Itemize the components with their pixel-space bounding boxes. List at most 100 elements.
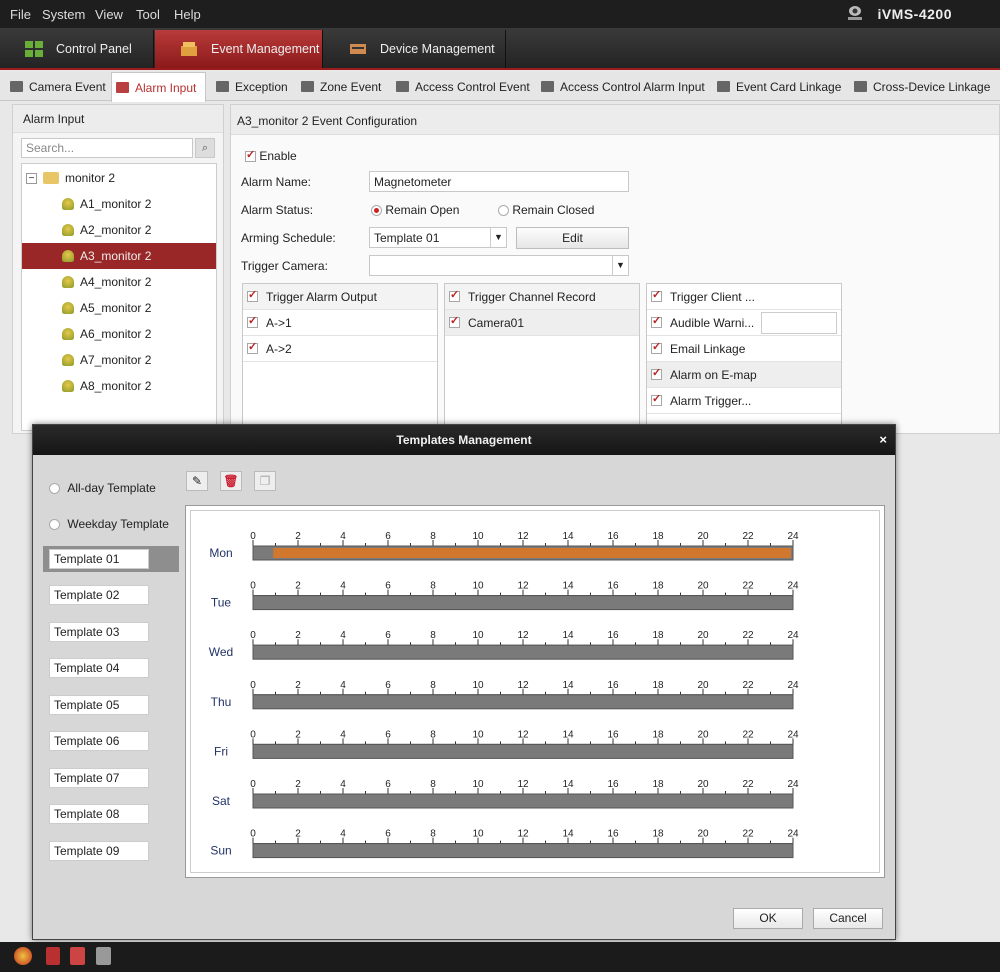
tab-exception[interactable]: Exception: [212, 72, 292, 101]
tab-control-panel[interactable]: Control Panel: [0, 30, 154, 68]
table-row[interactable]: Alarm on E-map: [647, 362, 841, 388]
checkbox-icon[interactable]: [651, 392, 662, 406]
day-track-tue[interactable]: [252, 595, 794, 611]
day-track-wed[interactable]: [252, 644, 794, 660]
tree-item-a4[interactable]: A4_monitor 2: [22, 269, 216, 295]
menu-help[interactable]: Help: [174, 7, 201, 22]
tree-item-a2[interactable]: A2_monitor 2: [22, 217, 216, 243]
checkbox-icon[interactable]: [651, 288, 662, 302]
tree-item-a1[interactable]: A1_monitor 2: [22, 191, 216, 217]
menu-view[interactable]: View: [95, 7, 123, 22]
tab-device-management[interactable]: Device Management: [324, 30, 506, 68]
tree-item-a7[interactable]: A7_monitor 2: [22, 347, 216, 373]
checkbox-icon[interactable]: [247, 288, 258, 302]
template-item[interactable]: Template 05: [43, 692, 179, 718]
tab-label: Access Control Alarm Input: [560, 79, 705, 94]
day-track-sat[interactable]: [252, 793, 794, 809]
tab-camera-event[interactable]: Camera Event: [6, 72, 110, 101]
alarm-input-panel: Alarm Input Search... ⌕ − monitor 2 A1_m…: [12, 104, 224, 434]
alarm-input-icon: [62, 250, 74, 262]
tab-alarm-input[interactable]: Alarm Input: [111, 72, 206, 102]
access-alarm-icon: [541, 81, 554, 92]
day-track-thu[interactable]: [252, 694, 794, 710]
table-row[interactable]: Trigger Client ...: [647, 284, 841, 310]
template-item[interactable]: Template 02: [43, 582, 179, 608]
checkbox-icon[interactable]: [247, 340, 258, 354]
search-icon[interactable]: ⌕: [195, 138, 215, 158]
tab-cross-device-linkage[interactable]: Cross-Device Linkage: [850, 72, 994, 101]
all-day-template-radio[interactable]: All-day Template: [49, 481, 156, 495]
template-item[interactable]: Template 01: [43, 546, 179, 572]
alarm-event-icon[interactable]: [46, 947, 60, 965]
tree-root[interactable]: − monitor 2: [22, 165, 216, 191]
checkbox-icon[interactable]: [651, 340, 662, 354]
table-header[interactable]: Trigger Channel Record: [445, 284, 639, 310]
tab-event-card-linkage[interactable]: Event Card Linkage: [713, 72, 845, 101]
table-row[interactable]: A->2: [243, 336, 437, 362]
table-row[interactable]: Camera01: [445, 310, 639, 336]
checkbox-icon[interactable]: [651, 366, 662, 380]
panel-title: Alarm Input: [13, 105, 223, 133]
template-item[interactable]: Template 08: [43, 801, 179, 827]
image-alarm-icon[interactable]: [70, 947, 85, 965]
table-row[interactable]: Audible Warni...: [647, 310, 841, 336]
close-icon[interactable]: ×: [879, 425, 887, 455]
template-item[interactable]: Template 03: [43, 619, 179, 645]
templates-management-dialog: Templates Management × All-day Template …: [32, 424, 896, 940]
table-row[interactable]: Email Linkage: [647, 336, 841, 362]
table-row[interactable]: Alarm Trigger...: [647, 388, 841, 414]
tree-item-a5[interactable]: A5_monitor 2: [22, 295, 216, 321]
radio-icon: [371, 205, 382, 217]
trigger-camera-select[interactable]: ▼: [369, 255, 629, 276]
delete-icon[interactable]: 🗑: [220, 471, 242, 491]
copy-icon[interactable]: ❐: [254, 471, 276, 491]
chevron-down-icon[interactable]: ▼: [612, 256, 628, 275]
menu-tool[interactable]: Tool: [136, 7, 160, 22]
checkbox-icon[interactable]: [449, 314, 460, 328]
tree-item-label: A5_monitor 2: [80, 301, 152, 315]
template-label: Template 04: [49, 658, 149, 678]
template-item[interactable]: Template 09: [43, 838, 179, 864]
audio-select[interactable]: [761, 312, 837, 334]
template-item[interactable]: Template 07: [43, 765, 179, 791]
edit-tool-icon[interactable]: ✎: [186, 471, 208, 491]
tree-item-a8[interactable]: A8_monitor 2: [22, 373, 216, 399]
table-row[interactable]: A->1: [243, 310, 437, 336]
ok-button[interactable]: OK: [733, 908, 803, 929]
tab-event-management[interactable]: Event Management: [155, 30, 323, 68]
table-header[interactable]: Trigger Alarm Output: [243, 284, 437, 310]
tab-access-control-alarm-input[interactable]: Access Control Alarm Input: [537, 72, 709, 101]
chevron-down-icon[interactable]: ▼: [490, 228, 506, 247]
tree-item-a3[interactable]: A3_monitor 2: [22, 243, 216, 269]
alarm-name-input[interactable]: Magnetometer: [369, 171, 629, 192]
event-subtabs: Camera Event Alarm Input Exception Zone …: [0, 72, 1000, 102]
search-input[interactable]: Search...: [21, 138, 193, 158]
day-label: Thu: [211, 695, 232, 709]
schedule-timeline[interactable]: 0 2 4 6 8 10 12 14 16 18 20 22 24Mon0 2 4 6 8 10 12 14 16 18 2…: [191, 511, 879, 872]
template-item[interactable]: Template 06: [43, 728, 179, 754]
tab-access-control-event[interactable]: Access Control Event: [392, 72, 534, 101]
enable-checkbox[interactable]: Enable: [245, 148, 297, 163]
collapse-icon[interactable]: −: [26, 172, 37, 184]
menu-system[interactable]: System: [42, 7, 85, 22]
cancel-button[interactable]: Cancel: [813, 908, 883, 929]
alarm-input-icon: [62, 380, 74, 392]
day-track-fri[interactable]: [252, 743, 794, 759]
tree-item-a6[interactable]: A6_monitor 2: [22, 321, 216, 347]
edit-schedule-button[interactable]: Edit: [516, 227, 629, 249]
weekday-template-radio[interactable]: Weekday Template: [49, 517, 169, 531]
remain-open-radio[interactable]: Remain Open: [371, 203, 459, 217]
tab-zone-event[interactable]: Zone Event: [297, 72, 385, 101]
checkbox-icon[interactable]: [247, 314, 258, 328]
alarm-input-icon: [62, 198, 74, 210]
select-value: Template 01: [374, 231, 440, 245]
day-track-sun[interactable]: [252, 843, 794, 859]
checkbox-icon[interactable]: [449, 288, 460, 302]
arming-schedule-select[interactable]: Template 01 ▼: [369, 227, 507, 248]
mute-icon[interactable]: [96, 947, 111, 965]
alarm-warning-icon[interactable]: [14, 947, 32, 965]
checkbox-icon[interactable]: [651, 314, 662, 328]
template-item[interactable]: Template 04: [43, 655, 179, 681]
menu-file[interactable]: File: [10, 7, 31, 22]
remain-closed-radio[interactable]: Remain Closed: [498, 203, 594, 217]
